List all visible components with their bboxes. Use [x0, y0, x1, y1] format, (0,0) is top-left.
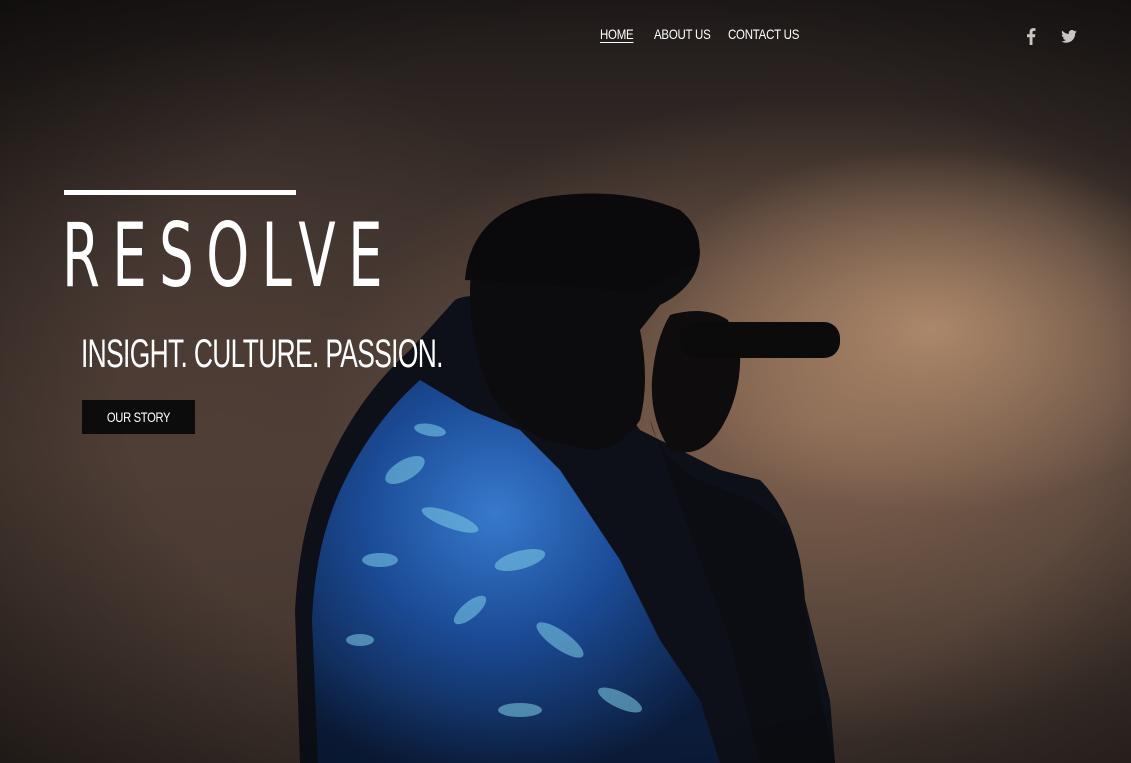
- brand-title: RESOLVE: [62, 204, 395, 307]
- our-story-button[interactable]: OUR STORY: [82, 400, 195, 434]
- hero-vignette: [0, 0, 1131, 763]
- social-links: [1022, 27, 1078, 45]
- nav-item-contact: CONTACT US: [728, 26, 808, 44]
- twitter-icon[interactable]: [1060, 27, 1078, 45]
- facebook-icon[interactable]: [1022, 27, 1040, 45]
- nav-link-home[interactable]: HOME: [600, 26, 634, 42]
- hero-background: [0, 0, 1131, 763]
- nav-link-contact-us[interactable]: CONTACT US: [728, 26, 799, 42]
- nav-item-about: ABOUT US: [654, 26, 728, 44]
- our-story-button-label: OUR STORY: [106, 409, 171, 425]
- nav-item-home: HOME: [600, 26, 654, 44]
- title-accent-bar: [64, 190, 296, 195]
- nav-link-about-us[interactable]: ABOUT US: [654, 26, 711, 42]
- main-nav: HOME ABOUT US CONTACT US: [600, 26, 808, 44]
- hero-tagline: INSIGHT. CULTURE. PASSION.: [81, 332, 443, 376]
